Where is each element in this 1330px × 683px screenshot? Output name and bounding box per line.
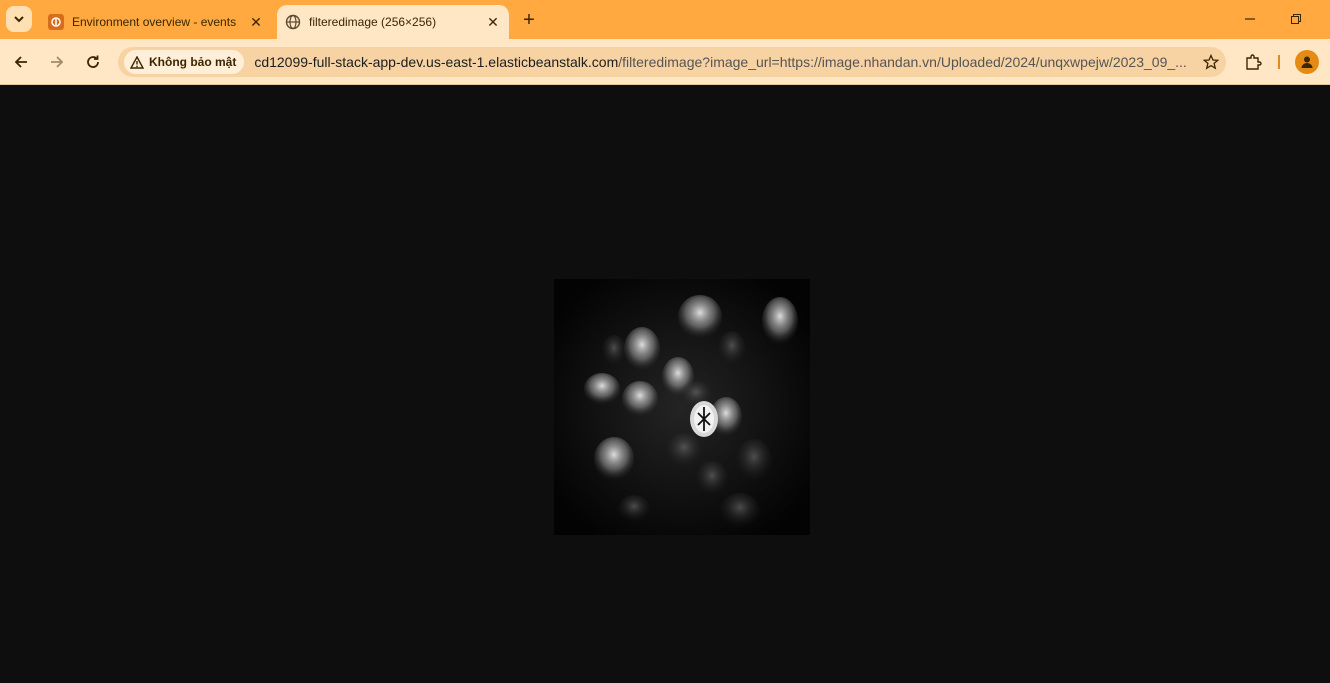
forward-icon[interactable] — [44, 49, 70, 75]
security-label: Không bảo mật — [149, 55, 237, 69]
url-text[interactable]: cd12099-full-stack-app-dev.us-east-1.ela… — [254, 54, 1196, 70]
close-tab-icon[interactable]: ✕ — [248, 14, 264, 30]
security-chip[interactable]: Không bảo mật — [124, 50, 245, 74]
profile-avatar-icon[interactable] — [1295, 50, 1319, 74]
globe-icon — [285, 14, 301, 30]
tab-strip: Environment overview - events ✕ filtered… — [0, 0, 1330, 39]
close-tab-icon[interactable]: ✕ — [485, 14, 501, 30]
back-icon[interactable] — [8, 49, 34, 75]
browser-toolbar: Không bảo mật cd12099-full-stack-app-dev… — [0, 39, 1330, 85]
address-bar[interactable]: Không bảo mật cd12099-full-stack-app-dev… — [118, 47, 1226, 77]
minimize-icon[interactable] — [1238, 8, 1262, 30]
tab-title: Environment overview - events — [72, 15, 237, 29]
url-path: /filteredimage?image_url=https://image.n… — [618, 54, 1187, 70]
filtered-image — [554, 279, 810, 535]
restore-icon[interactable] — [1284, 8, 1308, 30]
tab-environment-overview[interactable]: Environment overview - events ✕ — [40, 5, 272, 39]
url-host: cd12099-full-stack-app-dev.us-east-1.ela… — [254, 54, 619, 70]
warning-icon — [130, 55, 144, 69]
filtered-image-graphic — [554, 279, 810, 535]
page-viewport — [0, 86, 1330, 683]
tab-search-button[interactable] — [6, 6, 32, 32]
bookmark-star-icon[interactable] — [1196, 54, 1226, 70]
new-tab-icon[interactable]: + — [518, 9, 540, 31]
tab-title: filteredimage (256×256) — [309, 15, 437, 29]
extensions-puzzle-icon[interactable] — [1240, 49, 1266, 75]
chevron-down-icon — [14, 16, 24, 23]
reload-icon[interactable] — [80, 49, 106, 75]
toolbar-divider — [1278, 55, 1280, 69]
tab-filteredimage[interactable]: filteredimage (256×256) ✕ — [277, 5, 509, 39]
elastic-beanstalk-icon — [48, 14, 64, 30]
